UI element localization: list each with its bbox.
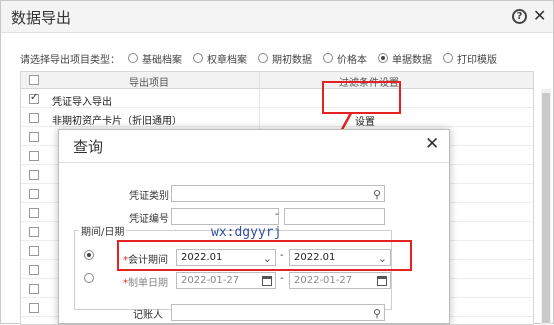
voucher-no-to-input[interactable] <box>284 208 385 225</box>
dialog-divider <box>59 162 449 163</box>
export-type-row: 请选择导出项目类型： 基础档案 权章档案 期初数据 价格本 单据数据 打印模版 <box>20 51 508 66</box>
calendar-icon[interactable] <box>262 276 272 286</box>
row-checkbox[interactable] <box>29 303 39 313</box>
row-checkbox[interactable] <box>29 227 39 237</box>
radio-icon <box>193 53 203 63</box>
radio-price-book[interactable]: 价格本 <box>323 51 367 66</box>
radio-rights-archive[interactable]: 权章档案 <box>193 51 247 66</box>
row-checkbox[interactable] <box>29 284 39 294</box>
scrollbar-thumb[interactable] <box>542 93 550 323</box>
dialog-close-icon[interactable]: ✕ <box>425 134 439 154</box>
voucher-type-label: 凭证类别 <box>129 191 169 202</box>
window-titlebar: 数据导出 ? ✕ <box>1 1 553 33</box>
radio-opening-data[interactable]: 期初数据 <box>258 51 312 66</box>
settings-highlight-box <box>322 81 401 114</box>
range-dash: - <box>275 209 279 220</box>
calendar-icon[interactable] <box>377 276 387 286</box>
row-checkbox[interactable] <box>29 170 39 180</box>
row-checkbox[interactable] <box>29 113 39 123</box>
voucher-no-from-input[interactable] <box>171 208 279 225</box>
radio-icon <box>443 53 453 63</box>
radio-document-data[interactable]: 单据数据 <box>378 51 432 66</box>
header-export-item: 导出项目 <box>129 78 169 89</box>
table-header: 导出项目 过滤条件设置 <box>21 72 533 89</box>
select-all-checkbox[interactable] <box>29 75 39 85</box>
watermark-text: wx:dgyyrj <box>211 225 282 240</box>
close-icon[interactable]: ✕ <box>533 6 546 25</box>
document-date-to-input[interactable]: 2022-01-27 <box>289 272 391 289</box>
voucher-type-input[interactable]: ⚲ <box>171 185 385 202</box>
row-checkbox[interactable] <box>29 151 39 161</box>
search-icon[interactable]: ⚲ <box>373 306 381 321</box>
voucher-no-label: 凭证编号 <box>129 214 169 225</box>
row-label: 凭证导入导出 <box>52 97 112 108</box>
row-checkbox[interactable] <box>29 246 39 256</box>
help-icon[interactable]: ? <box>512 9 527 24</box>
window-title: 数据导出 <box>11 9 72 27</box>
period-highlight-box <box>117 240 412 271</box>
row-checkbox[interactable] <box>29 189 39 199</box>
search-icon[interactable]: ⚲ <box>373 187 381 202</box>
bookkeeper-input[interactable]: ⚲ <box>171 304 385 321</box>
radio-document-date[interactable] <box>84 273 94 283</box>
radio-icon <box>323 53 333 63</box>
table-row[interactable]: 凭证导入导出 设置 <box>21 90 533 128</box>
radio-selected-icon <box>378 53 388 63</box>
range-dash: - <box>280 273 284 284</box>
document-date-from-input[interactable]: 2022-01-27 <box>176 272 276 289</box>
vertical-scrollbar[interactable] <box>541 89 551 325</box>
period-date-group-title: 期间/日期 <box>79 223 127 238</box>
row-checkbox[interactable] <box>29 92 39 104</box>
radio-icon <box>128 53 138 63</box>
export-type-label: 请选择导出项目类型： <box>20 54 120 66</box>
radio-basic-archive[interactable]: 基础档案 <box>128 51 182 66</box>
row-checkbox[interactable] <box>29 208 39 218</box>
radio-print-template[interactable]: 打印模版 <box>443 51 497 66</box>
radio-accounting-period[interactable] <box>84 250 94 260</box>
bookkeeper-label: 记账人 <box>133 310 163 321</box>
table-row[interactable]: 非期初资产卡片（折旧通用） <box>21 109 533 127</box>
dialog-title: 查询 <box>73 138 104 156</box>
document-date-label: *制单日期 <box>123 278 168 289</box>
row-checkbox[interactable] <box>29 265 39 275</box>
row-checkbox[interactable] <box>29 132 39 142</box>
row-label: 非期初资产卡片（折旧通用） <box>52 116 182 127</box>
radio-icon <box>258 53 268 63</box>
